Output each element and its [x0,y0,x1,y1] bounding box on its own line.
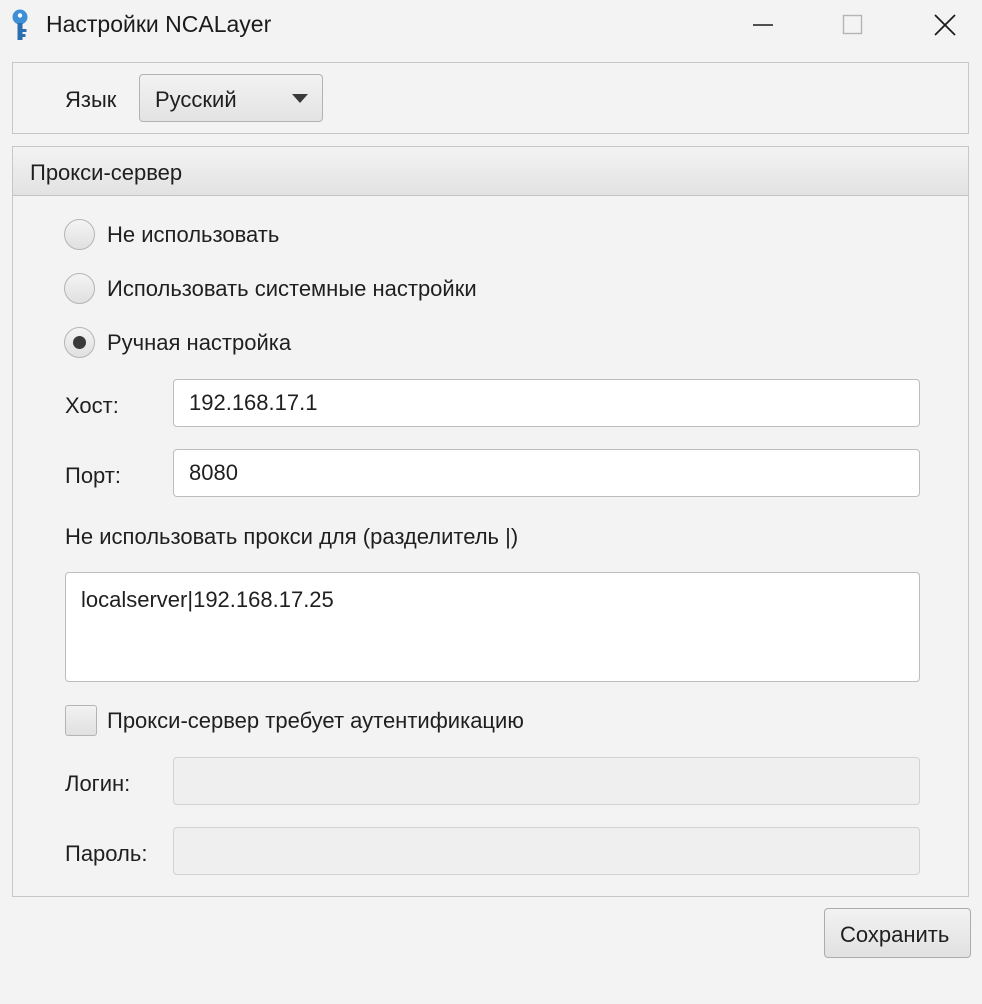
language-panel: Язык Русский [12,62,969,134]
minimize-icon [753,24,773,26]
radio-system-settings-label[interactable]: Использовать системные настройки [107,276,477,302]
radio-no-proxy[interactable] [64,219,95,250]
port-input[interactable] [173,449,920,497]
auth-checkbox[interactable] [65,705,97,736]
radio-no-proxy-label[interactable]: Не использовать [107,222,279,248]
radio-manual-settings[interactable] [64,327,95,358]
bypass-label: Не использовать прокси для (разделитель … [65,524,519,549]
proxy-header: Прокси-сервер [13,147,968,196]
host-label: Хост: [65,393,119,418]
maximize-icon [842,14,863,35]
proxy-panel: Прокси-сервер Не использовать Использова… [12,146,969,897]
save-button[interactable]: Сохранить [824,908,971,958]
auth-checkbox-label[interactable]: Прокси-сервер требует аутентификацию [107,708,524,734]
password-label: Пароль: [65,841,148,866]
radio-system-settings[interactable] [64,273,95,304]
save-button-label: Сохранить [840,922,950,947]
window-title: Настройки NCALayer [46,11,272,37]
language-label: Язык [65,87,117,112]
bypass-value: localserver|192.168.17.25 [81,587,334,612]
login-label: Логин: [65,771,131,796]
host-input[interactable] [173,379,920,427]
proxy-title: Прокси-сервер [30,160,183,185]
maximize-button[interactable] [806,0,898,48]
minimize-button[interactable] [716,0,808,48]
bypass-textarea[interactable]: localserver|192.168.17.25 [65,572,920,682]
close-icon [934,14,956,36]
port-label: Порт: [65,463,121,488]
title-bar: Настройки NCALayer [0,0,982,50]
password-input[interactable] [173,827,920,875]
chevron-down-icon [292,94,308,103]
language-selected-value: Русский [155,87,237,112]
key-icon [12,9,28,40]
login-input[interactable] [173,757,920,805]
close-button[interactable] [898,0,982,48]
radio-manual-settings-label[interactable]: Ручная настройка [107,330,291,356]
language-select[interactable]: Русский [139,74,323,122]
radio-selected-dot [73,336,86,349]
